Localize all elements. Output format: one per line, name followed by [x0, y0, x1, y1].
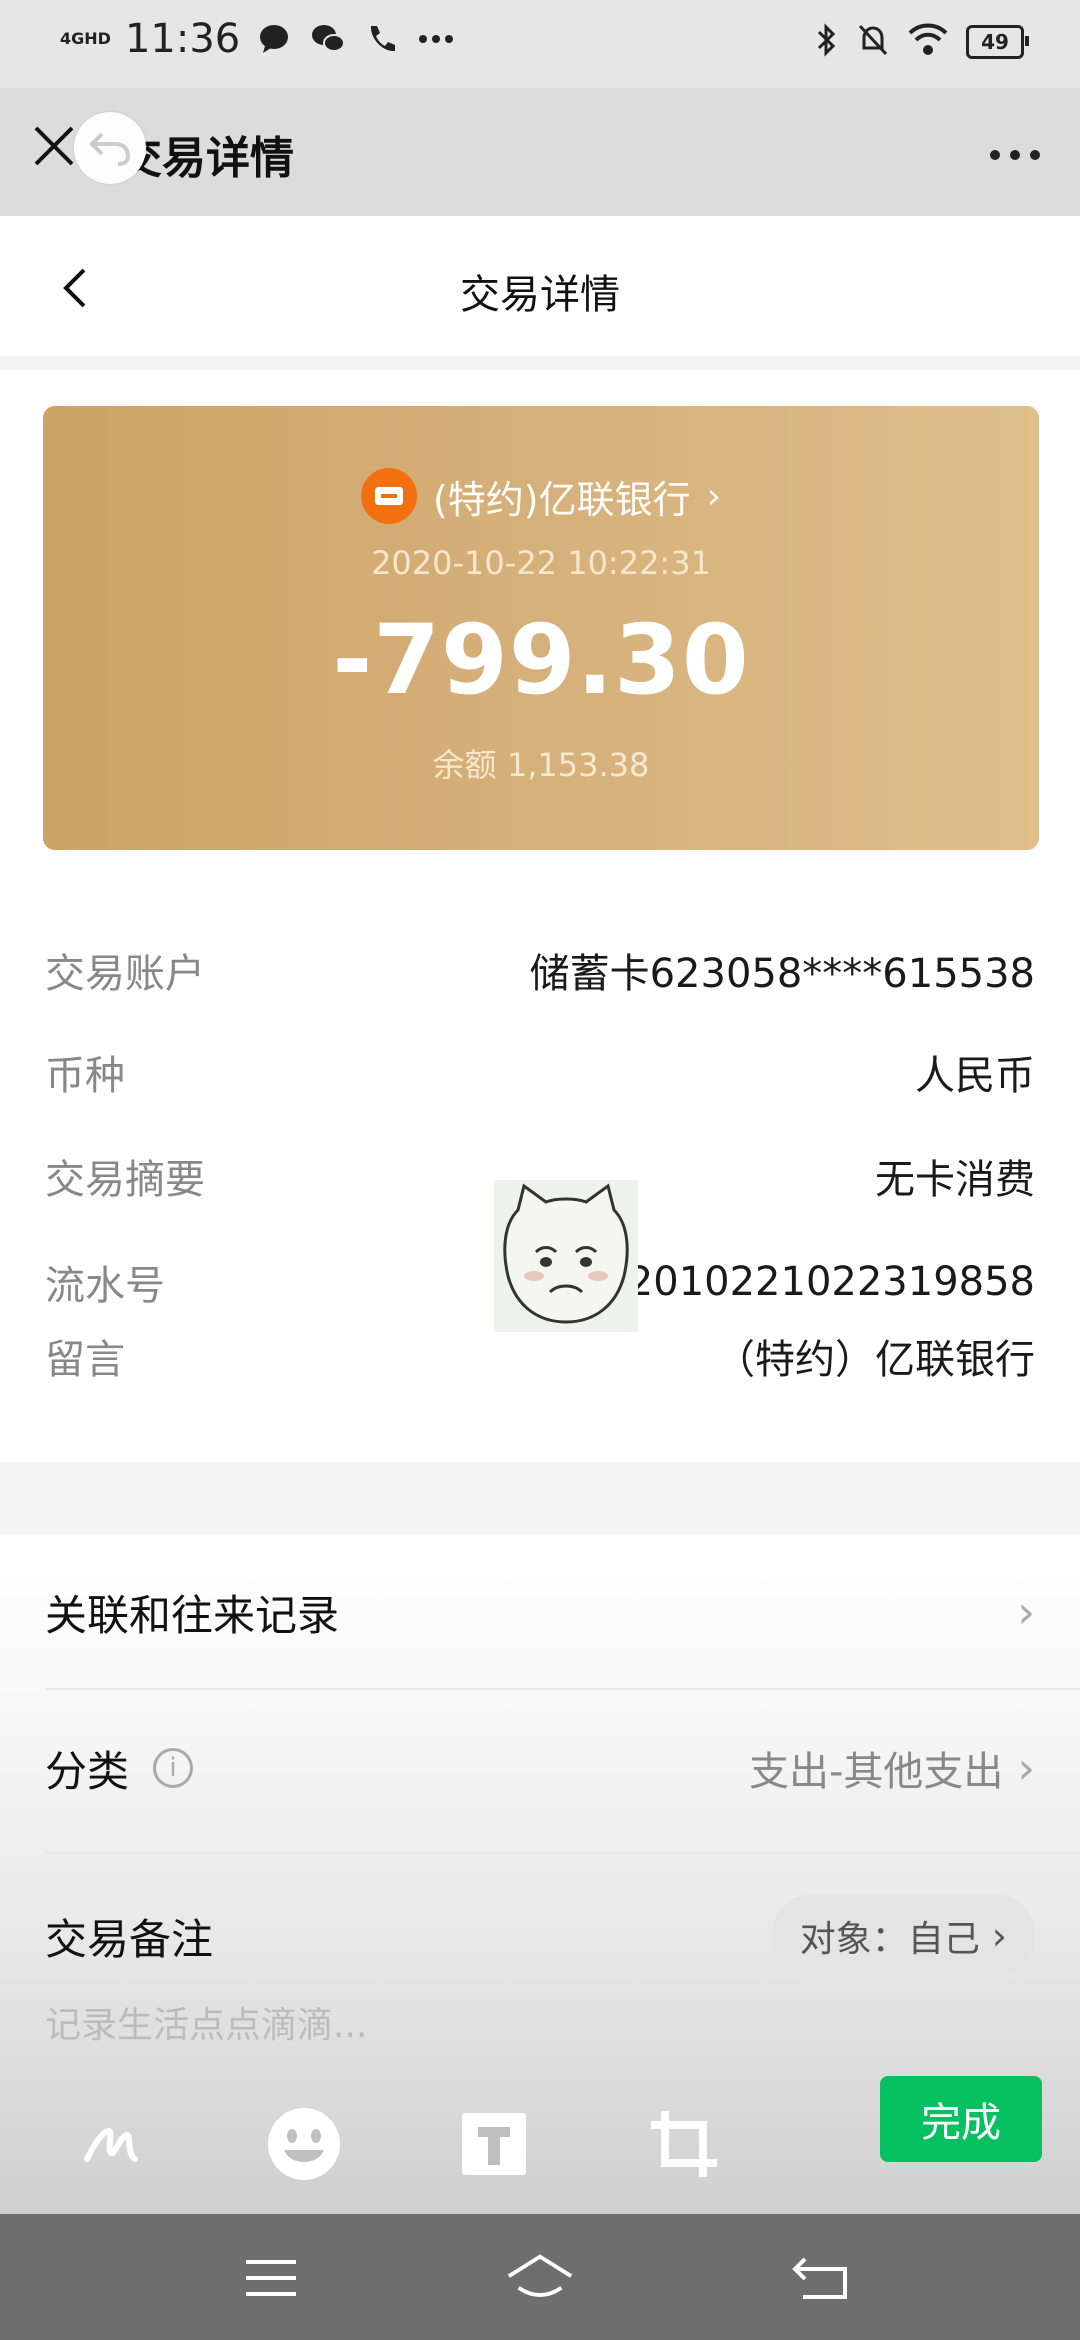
done-button[interactable]: 完成: [880, 2076, 1042, 2162]
detail-label: 币种: [45, 1053, 125, 1099]
emoji-icon[interactable]: [264, 2104, 344, 2184]
detail-value: 人民币: [915, 1053, 1035, 1099]
inner-header: 交易详情: [0, 216, 1080, 357]
divider: [45, 1688, 1080, 1690]
category-row[interactable]: 分类 i 支出-其他支出 ›: [45, 1708, 1035, 1828]
category-value: 支出-其他支出: [748, 1749, 1004, 1795]
text-icon[interactable]: [454, 2104, 534, 2184]
detail-row-message: 留言 （特约）亿联银行: [45, 1326, 1035, 1386]
outer-header: 交易详情: [0, 88, 1080, 216]
header-divider: [0, 356, 1080, 370]
more-dots-icon: [416, 19, 456, 59]
battery-icon: 49: [966, 25, 1029, 59]
clock: 11:36: [124, 16, 241, 62]
crop-icon[interactable]: [644, 2104, 724, 2184]
note-input[interactable]: 记录生活点点滴滴...: [45, 1996, 367, 2048]
status-left: 4GHD 11:36: [60, 16, 456, 62]
battery-level: 49: [981, 30, 1009, 54]
object-value: 对象：自己: [799, 1919, 980, 1960]
status-bar: 4GHD 11:36 49: [0, 0, 1080, 88]
back-icon[interactable]: [786, 2250, 856, 2306]
emoji-sticker[interactable]: [494, 1180, 638, 1332]
wechat-icon: [308, 19, 348, 59]
chat-bubble-icon: [254, 19, 294, 59]
home-icon[interactable]: [505, 2250, 575, 2306]
info-icon[interactable]: i: [153, 1748, 194, 1788]
phone-icon: [362, 19, 402, 59]
note-row: 交易备注 对象：自己 ›: [45, 1876, 1035, 1996]
chevron-right-icon: ›: [706, 475, 722, 517]
section-gap: [0, 1462, 1080, 1534]
detail-value: 1201022102231985​8: [602, 1259, 1035, 1305]
chevron-right-icon: ›: [1017, 1586, 1035, 1638]
detail-value: 储蓄卡623058****615538: [529, 951, 1035, 997]
detail-label: 流水号: [45, 1263, 165, 1309]
page-title: 交易详情: [460, 272, 620, 318]
detail-row-account: 交易账户 储蓄卡623058****615538: [45, 940, 1035, 1000]
transaction-card: (特约)亿联银行 › 2020-10-22 10:22:31 -799.30 余…: [43, 406, 1039, 850]
chevron-right-icon: ›: [991, 1914, 1007, 1958]
network-indicator: 4GHD: [60, 29, 111, 48]
bank-card-icon: [360, 468, 417, 524]
detail-value: 无卡消费: [875, 1157, 1035, 1203]
object-selector[interactable]: 对象：自己 ›: [771, 1894, 1035, 1978]
category-right: 支出-其他支出 ›: [749, 1739, 1035, 1797]
status-right: 49: [816, 22, 1029, 62]
pen-icon[interactable]: [72, 2104, 152, 2184]
undo-icon[interactable]: [74, 112, 146, 184]
menu-icon[interactable]: [236, 2250, 306, 2306]
divider: [45, 1852, 1080, 1854]
merchant-link[interactable]: (特约)亿联银行 ›: [43, 468, 1039, 524]
detail-value: （特约）亿联银行: [715, 1337, 1035, 1383]
transaction-amount: -799.30: [332, 604, 750, 716]
detail-label: 交易账户: [45, 951, 205, 997]
chevron-right-icon: ›: [1017, 1742, 1035, 1794]
wifi-icon: [908, 23, 948, 61]
bluetooth-icon: [816, 22, 838, 62]
related-records-row[interactable]: 关联和往来记录 ›: [45, 1552, 1035, 1672]
mute-bell-icon: [856, 22, 890, 62]
merchant-name: (特约)亿联银行: [432, 477, 691, 522]
category-label: 分类: [45, 1746, 130, 1796]
system-nav-bar: [0, 2214, 1080, 2340]
detail-row-currency: 币种 人民币: [45, 1042, 1035, 1102]
transaction-date: 2020-10-22 10:22:31: [371, 544, 711, 582]
balance-text: 余额 1,153.38: [432, 746, 650, 784]
detail-label: 交易摘要: [45, 1157, 205, 1203]
more-icon[interactable]: [980, 140, 1050, 170]
detail-label: 留言: [45, 1337, 125, 1383]
related-records-label: 关联和往来记录: [45, 1590, 340, 1640]
category-left: 分类 i: [45, 1738, 194, 1799]
note-label: 交易备注: [45, 1914, 214, 1964]
